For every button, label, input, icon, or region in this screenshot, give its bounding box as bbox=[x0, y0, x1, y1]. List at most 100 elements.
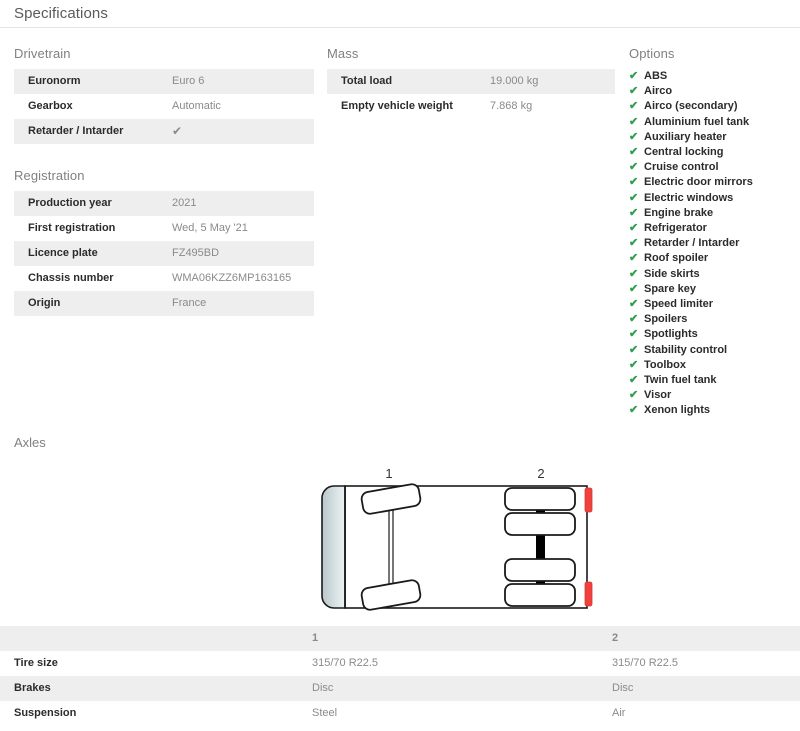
option-item: ✔ Stability control bbox=[629, 343, 799, 358]
option-item: ✔ Electric door mirrors bbox=[629, 175, 799, 190]
option-item: ✔ Spare key bbox=[629, 282, 799, 297]
row-value: Automatic bbox=[172, 100, 221, 112]
spec-columns: Drivetrain Euronorm Euro 6 Gearbox Autom… bbox=[0, 28, 800, 419]
option-item: ✔ Electric windows bbox=[629, 191, 799, 206]
row-value-axle-2: 315/70 R22.5 bbox=[612, 656, 679, 669]
check-icon: ✔ bbox=[629, 85, 639, 98]
table-row: Production year 2021 bbox=[14, 191, 314, 216]
option-label: Airco (secondary) bbox=[644, 100, 738, 113]
option-label: Airco bbox=[644, 85, 673, 98]
check-icon: ✔ bbox=[629, 237, 639, 250]
option-item: ✔ Airco bbox=[629, 84, 799, 99]
option-label: Central locking bbox=[644, 146, 724, 159]
table-row: Chassis number WMA06KZZ6MP163165 bbox=[14, 266, 314, 291]
row-value: 2021 bbox=[172, 197, 197, 209]
check-icon: ✔ bbox=[629, 298, 639, 311]
check-icon: ✔ bbox=[629, 343, 639, 356]
option-item: ✔ Spoilers bbox=[629, 312, 799, 327]
column-header-axle-1: 1 bbox=[312, 631, 319, 644]
row-value-axle-1: Disc bbox=[312, 681, 334, 694]
table-row: Euronorm Euro 6 bbox=[14, 69, 314, 94]
check-icon: ✔ bbox=[629, 404, 639, 417]
option-label: Speed limiter bbox=[644, 298, 714, 311]
axle-spec-table: 1 2 Tire size 315/70 R22.5 315/70 R22.5 … bbox=[0, 625, 800, 726]
column-header-blank bbox=[0, 626, 312, 651]
row-value: 19.000 kg bbox=[490, 75, 539, 87]
option-label: Roof spoiler bbox=[644, 252, 709, 265]
check-icon: ✔ bbox=[629, 176, 639, 189]
row-label: Production year bbox=[28, 197, 112, 209]
registration-heading: Registration bbox=[14, 168, 85, 183]
option-item: ✔ Speed limiter bbox=[629, 297, 799, 312]
check-icon: ✔ bbox=[629, 161, 639, 174]
row-label: Suspension bbox=[14, 706, 77, 719]
drivetrain-table: Euronorm Euro 6 Gearbox Automatic Retard… bbox=[14, 69, 314, 144]
table-row: Total load 19.000 kg bbox=[327, 69, 615, 94]
table-row: Licence plate FZ495BD bbox=[14, 241, 314, 266]
row-value: WMA06KZZ6MP163165 bbox=[172, 272, 292, 284]
check-icon: ✔ bbox=[629, 70, 639, 82]
table-row: Tire size 315/70 R22.5 315/70 R22.5 bbox=[0, 650, 800, 676]
option-label: Electric door mirrors bbox=[644, 176, 753, 189]
wheel-rear-left-inner bbox=[504, 511, 576, 536]
wheel-rear-right-outer bbox=[504, 582, 576, 607]
check-icon: ✔ bbox=[629, 267, 639, 280]
option-label: Auxiliary heater bbox=[644, 130, 727, 143]
option-label: Toolbox bbox=[644, 358, 686, 371]
option-label: Aluminium fuel tank bbox=[644, 115, 750, 128]
axle-number-2: 2 bbox=[537, 466, 544, 481]
registration-table: Production year 2021 First registration … bbox=[14, 191, 314, 316]
option-item: ✔ ABS bbox=[629, 69, 799, 84]
row-value-axle-1: 315/70 R22.5 bbox=[312, 656, 379, 669]
option-label: Engine brake bbox=[644, 206, 714, 219]
row-value-axle-2: Disc bbox=[612, 681, 634, 694]
option-item: ✔ Xenon lights bbox=[629, 403, 799, 418]
option-label: Spoilers bbox=[644, 313, 688, 326]
option-item: ✔ Roof spoiler bbox=[629, 251, 799, 266]
row-label: Brakes bbox=[14, 681, 51, 694]
option-item: ✔ Twin fuel tank bbox=[629, 373, 799, 388]
column-drivetrain: Drivetrain Euronorm Euro 6 Gearbox Autom… bbox=[14, 46, 314, 419]
options-list: ✔ ABS ✔ Airco ✔ Airco (secondary) ✔ Aluminium f… bbox=[629, 69, 799, 419]
option-item: ✔ Auxiliary heater bbox=[629, 130, 799, 145]
check-icon: ✔ bbox=[629, 206, 639, 219]
table-row: Gearbox Automatic bbox=[14, 94, 314, 119]
option-label: Refrigerator bbox=[644, 222, 707, 235]
table-row: First registration Wed, 5 May '21 bbox=[14, 216, 314, 241]
option-item: ✔ Engine brake bbox=[629, 206, 799, 221]
axle-number-1: 1 bbox=[385, 466, 392, 481]
option-label: Spare key bbox=[644, 282, 696, 295]
row-label: Retarder / Intarder bbox=[28, 125, 124, 137]
check-icon: ✔ bbox=[629, 252, 639, 265]
option-item: ✔ Visor bbox=[629, 388, 799, 403]
check-icon: ✔ bbox=[629, 115, 639, 128]
row-value: France bbox=[172, 297, 207, 309]
row-value: 7.868 kg bbox=[490, 100, 533, 112]
check-icon: ✔ bbox=[629, 222, 639, 235]
option-label: Side skirts bbox=[644, 267, 700, 280]
table-row: Suspension Steel Air bbox=[0, 700, 800, 726]
wheel-rear-right-inner bbox=[504, 557, 576, 582]
axle-diagram: 1 2 bbox=[321, 466, 593, 611]
page-header: Specifications bbox=[0, 0, 800, 28]
option-item: ✔ Spotlights bbox=[629, 327, 799, 342]
row-label: First registration bbox=[28, 222, 116, 234]
options-heading: Options bbox=[629, 46, 675, 61]
option-label: Spotlights bbox=[644, 328, 698, 341]
table-row: Origin France bbox=[14, 291, 314, 316]
option-label: ABS bbox=[644, 70, 668, 82]
option-item: ✔ Cruise control bbox=[629, 160, 799, 175]
check-icon: ✔ bbox=[629, 358, 639, 371]
check-icon: ✔ bbox=[629, 313, 639, 326]
option-label: Cruise control bbox=[644, 161, 719, 174]
check-icon: ✔ bbox=[629, 130, 639, 143]
row-label: Total load bbox=[341, 75, 393, 87]
drivetrain-heading: Drivetrain bbox=[14, 46, 71, 61]
wheel-rear-left-outer bbox=[504, 486, 576, 511]
page-title: Specifications bbox=[14, 5, 108, 22]
check-icon: ✔ bbox=[629, 374, 639, 387]
option-label: Xenon lights bbox=[644, 404, 710, 417]
option-item: ✔ Refrigerator bbox=[629, 221, 799, 236]
table-row: Retarder / Intarder ✔ bbox=[14, 119, 314, 144]
table-row: Empty vehicle weight 7.868 kg bbox=[327, 94, 615, 119]
